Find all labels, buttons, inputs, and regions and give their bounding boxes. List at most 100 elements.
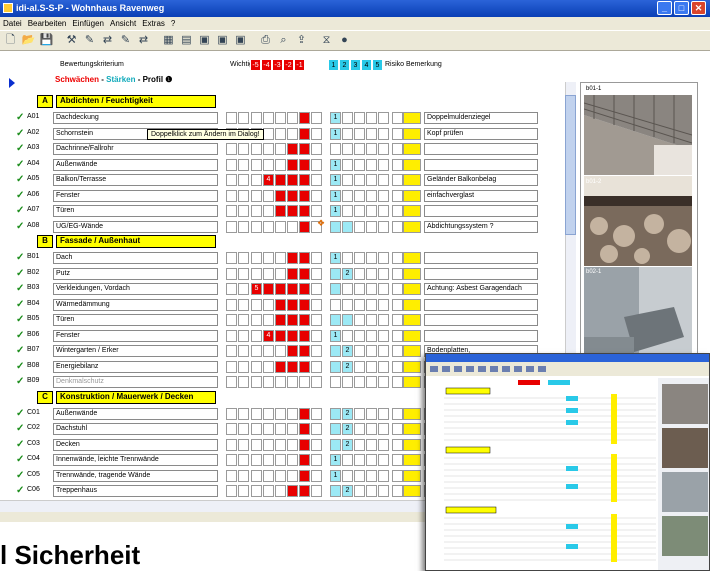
rating-cell[interactable]: [366, 407, 377, 420]
rating-cell[interactable]: [275, 298, 286, 311]
rating-cell[interactable]: [354, 205, 365, 217]
rating-cell[interactable]: [263, 407, 274, 420]
rating-cell[interactable]: [299, 283, 310, 295]
rating-cell[interactable]: [311, 252, 322, 264]
rating-cell[interactable]: [342, 189, 353, 202]
rating-cell[interactable]: 1: [330, 127, 341, 140]
rating-cell[interactable]: [287, 220, 298, 233]
rating-cell[interactable]: 1: [330, 252, 341, 264]
rating-cell[interactable]: [251, 469, 262, 482]
rating-cell[interactable]: [287, 283, 298, 295]
row-note[interactable]: [424, 158, 538, 171]
rating-cell[interactable]: [251, 438, 262, 451]
rating-cell[interactable]: [392, 205, 403, 217]
rating-cell[interactable]: [311, 438, 322, 451]
rating-cell[interactable]: [311, 143, 322, 155]
rating-cell[interactable]: [299, 345, 310, 357]
rating-cell[interactable]: [263, 454, 274, 466]
row-label[interactable]: Dachdeckung: [53, 112, 218, 124]
rating-cell[interactable]: [403, 298, 421, 311]
rating-cell[interactable]: [392, 329, 403, 342]
rating-cell[interactable]: [251, 360, 262, 373]
rating-cell[interactable]: [342, 143, 353, 155]
rating-cell[interactable]: [354, 469, 365, 482]
rating-cell[interactable]: [311, 469, 322, 482]
rating-cell[interactable]: [275, 314, 286, 326]
rating-cell[interactable]: [366, 283, 377, 295]
rating-cell[interactable]: [238, 423, 249, 435]
rating-cell[interactable]: [263, 438, 274, 451]
rating-cell[interactable]: [226, 267, 237, 280]
rating-cell[interactable]: [263, 298, 274, 311]
rating-cell[interactable]: [403, 283, 421, 295]
rating-cell[interactable]: [342, 220, 353, 233]
rating-cell[interactable]: [226, 298, 237, 311]
rating-cell[interactable]: [366, 220, 377, 233]
grid-icon[interactable]: ▦: [161, 33, 176, 48]
rating-cell[interactable]: [299, 485, 310, 497]
rating-cell[interactable]: [287, 438, 298, 451]
rating-cell[interactable]: [378, 345, 389, 357]
rating-cell[interactable]: [263, 423, 274, 435]
rating-cell[interactable]: [251, 454, 262, 466]
rating-cell[interactable]: [263, 283, 274, 295]
rating-cell[interactable]: [392, 158, 403, 171]
rating-cell[interactable]: [354, 252, 365, 264]
rating-cell[interactable]: [275, 112, 286, 124]
rating-cell[interactable]: [226, 376, 237, 388]
rating-cell[interactable]: 2: [342, 360, 353, 373]
rating-cell[interactable]: [378, 454, 389, 466]
rating-cell[interactable]: [330, 298, 341, 311]
rating-cell[interactable]: [366, 298, 377, 311]
row-note[interactable]: [424, 329, 538, 342]
rating-cell[interactable]: [392, 454, 403, 466]
menu-item-5[interactable]: ?: [171, 17, 175, 30]
rating-cell[interactable]: [330, 423, 341, 435]
rating-cell[interactable]: [299, 376, 310, 388]
criterion-row[interactable]: ✓ A05 Balkon/Terrasse 4 1 Geländer Balkonbela…: [0, 173, 560, 188]
rating-cell[interactable]: [403, 143, 421, 155]
rating-cell[interactable]: [403, 252, 421, 264]
view1-icon[interactable]: ▣: [197, 33, 212, 48]
rating-cell[interactable]: [275, 345, 286, 357]
rating-cell[interactable]: [311, 454, 322, 466]
criterion-row[interactable]: ✓ A06 Fenster 1 einfachverglast: [0, 189, 560, 204]
rating-cell[interactable]: [263, 112, 274, 124]
rating-cell[interactable]: [226, 438, 237, 451]
rating-cell[interactable]: [263, 314, 274, 326]
photo-roof-tiles[interactable]: [584, 95, 692, 175]
row-note[interactable]: [424, 298, 538, 311]
rating-cell[interactable]: [287, 205, 298, 217]
rating-cell[interactable]: [403, 454, 421, 466]
rating-cell[interactable]: [287, 189, 298, 202]
rating-cell[interactable]: [342, 454, 353, 466]
rating-cell[interactable]: [299, 252, 310, 264]
rating-cell[interactable]: [238, 454, 249, 466]
row-note[interactable]: [424, 314, 538, 326]
rating-cell[interactable]: [378, 485, 389, 497]
criterion-row[interactable]: ✓ B02 Putz 2: [0, 267, 560, 282]
row-label[interactable]: Türen: [53, 314, 218, 326]
rating-cell[interactable]: [403, 267, 421, 280]
menu-item-1[interactable]: Bearbeiten: [28, 17, 67, 30]
rating-cell[interactable]: [299, 205, 310, 217]
rating-cell[interactable]: [354, 376, 365, 388]
menu-item-2[interactable]: Einfügen: [72, 17, 104, 30]
row-label[interactable]: Denkmalschutz: [53, 376, 218, 388]
rating-cell[interactable]: [251, 267, 262, 280]
rating-cell[interactable]: [299, 360, 310, 373]
rating-cell[interactable]: [238, 220, 249, 233]
row-label[interactable]: Fenster: [53, 189, 218, 202]
row-label[interactable]: Wintergarten / Erker: [53, 345, 218, 357]
rating-cell[interactable]: [366, 469, 377, 482]
rating-cell[interactable]: [378, 127, 389, 140]
rating-cell[interactable]: [366, 438, 377, 451]
menu-item-4[interactable]: Extras: [142, 17, 165, 30]
rating-cell[interactable]: [238, 314, 249, 326]
rating-cell[interactable]: [238, 407, 249, 420]
rating-cell[interactable]: [392, 143, 403, 155]
open-icon[interactable]: 📂: [21, 33, 36, 48]
rating-cell[interactable]: [342, 158, 353, 171]
rating-cell[interactable]: [275, 205, 286, 217]
rating-cell[interactable]: [311, 127, 322, 140]
